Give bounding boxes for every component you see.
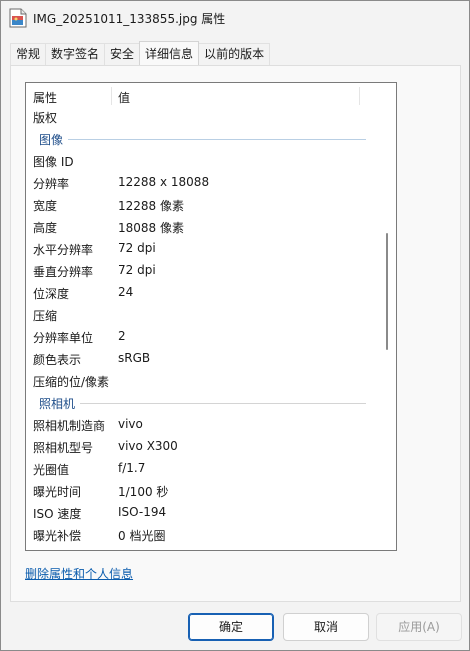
vertical-scrollbar[interactable] <box>386 233 388 350</box>
detail-row[interactable]: 分辨率 12288 x 18088 <box>26 171 382 193</box>
apply-button[interactable]: 应用(A) <box>376 613 462 641</box>
property-name: 垂直分辨率 <box>33 265 94 279</box>
detail-row[interactable]: 高度 18088 像素 <box>26 215 382 237</box>
property-value: 72 dpi <box>118 241 156 255</box>
group-divider <box>80 403 366 404</box>
detail-row[interactable]: 水平分辨率 72 dpi <box>26 237 382 259</box>
property-value: 2 <box>118 329 126 343</box>
tab-security[interactable]: 安全 <box>104 43 141 65</box>
detail-row[interactable]: 照相机型号 vivo X300 <box>26 435 382 457</box>
detail-row[interactable]: 宽度 12288 像素 <box>26 193 382 215</box>
property-name: 分辨率 <box>33 177 70 191</box>
detail-row[interactable]: 位深度 24 <box>26 281 382 303</box>
property-value: vivo <box>118 417 143 431</box>
title-bar: IMG_20251011_133855.jpg 属性 <box>1 1 469 35</box>
detail-row[interactable]: 图像 ID <box>26 149 382 171</box>
column-separator[interactable] <box>111 87 112 105</box>
details-panel: 属性 值 版权图像图像 ID 分辨率 12288 x 18088 宽度 12288 像素… <box>10 65 461 602</box>
column-header-property[interactable]: 属性 <box>33 89 57 106</box>
property-name: 颜色表示 <box>33 353 82 367</box>
property-name: 版权 <box>33 111 58 125</box>
property-value: 18088 像素 <box>118 221 184 235</box>
property-value: vivo X300 <box>118 439 178 453</box>
tab-strip: 常规 数字签名 安全 详细信息 以前的版本 <box>10 41 271 66</box>
detail-row[interactable]: 压缩 <box>26 303 382 325</box>
remove-properties-link[interactable]: 删除属性和个人信息 <box>25 565 133 582</box>
property-name: 位深度 <box>33 287 70 301</box>
property-name: ISO 速度 <box>33 507 82 521</box>
column-header: 属性 值 <box>26 83 382 105</box>
property-value: 72 dpi <box>118 263 156 277</box>
tab-previous-versions[interactable]: 以前的版本 <box>198 43 271 65</box>
window-title: IMG_20251011_133855.jpg 属性 <box>33 12 226 26</box>
group-header[interactable]: 图像 <box>26 127 382 149</box>
column-separator[interactable] <box>359 87 360 105</box>
details-list[interactable]: 属性 值 版权图像图像 ID 分辨率 12288 x 18088 宽度 12288 像素… <box>25 82 397 551</box>
property-value: 24 <box>118 285 134 299</box>
group-header-label: 照相机 <box>39 397 76 411</box>
detail-row[interactable]: 光圈值 f/1.7 <box>26 457 382 479</box>
property-name: 曝光补偿 <box>33 529 82 543</box>
property-name: 照相机制造商 <box>33 419 106 433</box>
property-name: 曝光时间 <box>33 485 82 499</box>
group-header-label: 图像 <box>39 133 64 147</box>
property-name: 分辨率单位 <box>33 331 94 345</box>
detail-row[interactable]: 曝光补偿 0 档光圈 <box>26 523 382 545</box>
detail-row[interactable]: 版权 <box>26 105 382 127</box>
property-value: ISO-194 <box>118 505 167 519</box>
property-name: 照相机型号 <box>33 441 94 455</box>
detail-row[interactable]: 曝光时间 1/100 秒 <box>26 479 382 501</box>
property-name: 高度 <box>33 221 58 235</box>
property-value: f/1.7 <box>118 461 146 475</box>
detail-row[interactable]: 分辨率单位 2 <box>26 325 382 347</box>
properties-window: IMG_20251011_133855.jpg 属性 常规 数字签名 安全 详细… <box>0 0 470 651</box>
property-name: 宽度 <box>33 199 58 213</box>
property-value: 1/100 秒 <box>118 485 169 499</box>
property-value: 12288 x 18088 <box>118 175 210 189</box>
property-name: 图像 ID <box>33 155 74 169</box>
group-header[interactable]: 照相机 <box>26 391 382 413</box>
cancel-button[interactable]: 取消 <box>283 613 369 641</box>
property-value: 12288 像素 <box>118 199 184 213</box>
detail-row[interactable]: 照相机制造商 vivo <box>26 413 382 435</box>
column-header-value[interactable]: 值 <box>118 89 130 106</box>
image-file-icon <box>9 8 27 28</box>
detail-row[interactable]: 颜色表示 sRGB <box>26 347 382 369</box>
ok-button[interactable]: 确定 <box>188 613 274 641</box>
detail-row[interactable]: ISO 速度 ISO-194 <box>26 501 382 523</box>
property-value: 0 档光圈 <box>118 529 166 543</box>
tab-general[interactable]: 常规 <box>10 43 47 65</box>
property-name: 光圈值 <box>33 463 70 477</box>
detail-row[interactable]: 压缩的位/像素 <box>26 369 382 391</box>
group-divider <box>68 139 366 140</box>
detail-row[interactable]: 垂直分辨率 72 dpi <box>26 259 382 281</box>
tab-digital-signatures[interactable]: 数字签名 <box>45 43 106 65</box>
tab-details[interactable]: 详细信息 <box>139 41 200 65</box>
property-name: 水平分辨率 <box>33 243 94 257</box>
property-name: 压缩 <box>33 309 58 323</box>
property-value: sRGB <box>118 351 151 365</box>
property-name: 压缩的位/像素 <box>33 375 110 389</box>
